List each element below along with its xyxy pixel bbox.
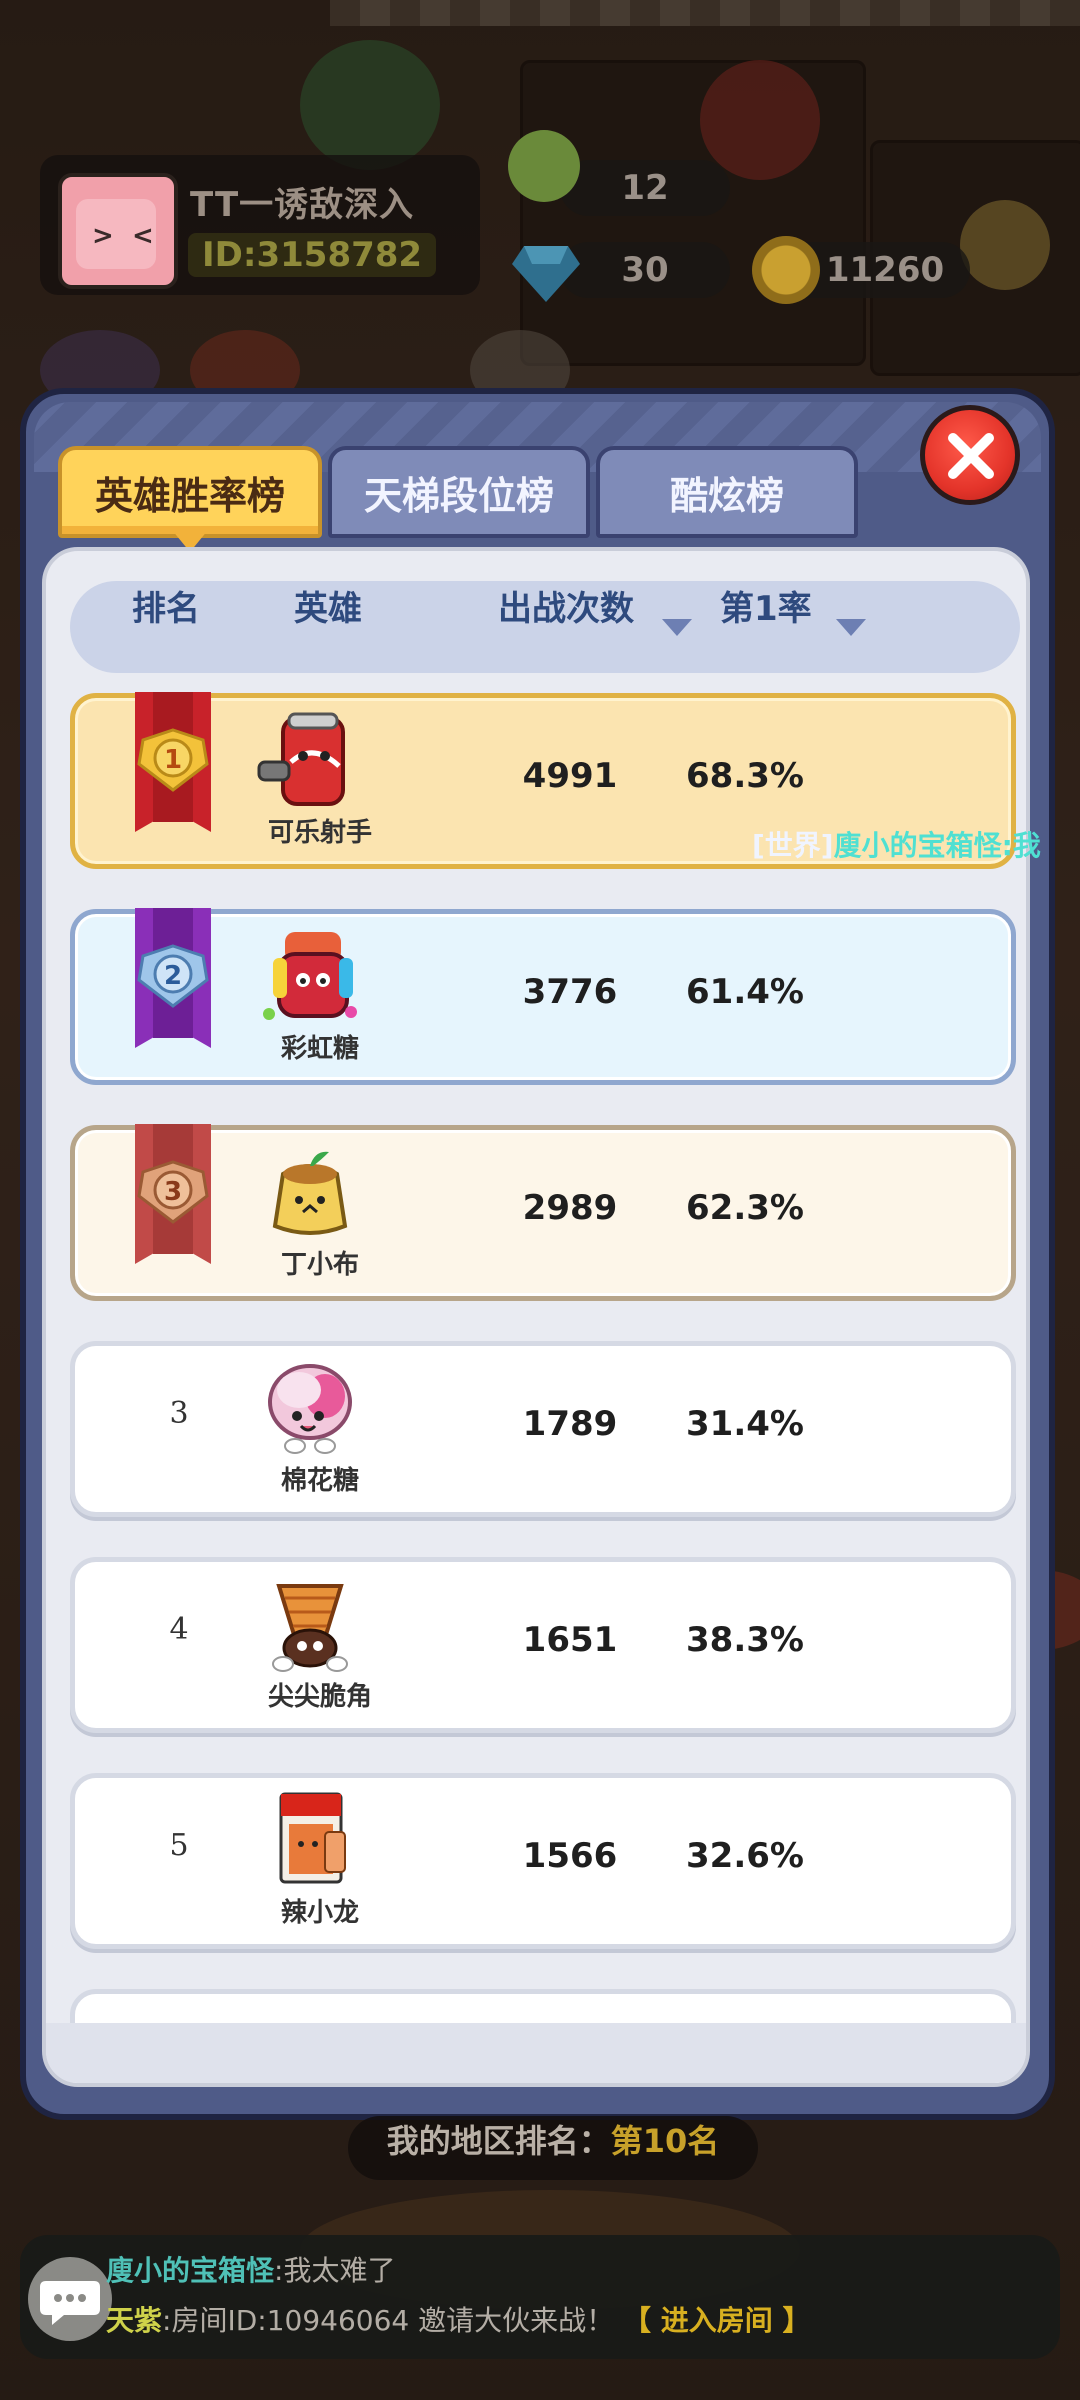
- first-rate: 38.3%: [686, 1620, 804, 1660]
- column-header-games[interactable]: 出战次数: [498, 581, 634, 673]
- chat-box[interactable]: 廋小的宝箱怪:我太难了 天紫:房间ID:10946064 邀请大伙来战！ 【 进…: [20, 2235, 1060, 2359]
- avatar-eye: <: [132, 221, 154, 251]
- player-name: TT一诱敌深入: [190, 185, 415, 225]
- gem-icon: [512, 246, 580, 302]
- hero-name: 尖尖脆角: [267, 1682, 372, 1712]
- coin-value: 11260: [825, 250, 945, 290]
- games-count: 1789: [522, 1404, 618, 1444]
- bronze-medal-icon: 3: [135, 1124, 211, 1274]
- gold-medal-icon: 1: [135, 692, 211, 842]
- cola-shooter-hero-icon: [257, 712, 345, 806]
- my-rank-label: 我的地区排名：: [386, 2122, 611, 2160]
- column-header-bar: 排名 英雄 出战次数 第1率: [70, 581, 1020, 673]
- enter-room-link[interactable]: 【 进入房间 】: [623, 2304, 811, 2337]
- hero-name: 彩虹糖: [280, 1034, 359, 1064]
- energy-icon: [508, 130, 580, 202]
- rank-number: 4: [169, 1612, 189, 1647]
- world-chat-tag: [世界]: [752, 829, 834, 862]
- svg-text:1: 1: [164, 745, 182, 775]
- column-header-first-rate[interactable]: 第1率: [720, 581, 812, 673]
- coin-icon: [752, 236, 820, 304]
- my-rank-value: 第10名: [610, 2122, 720, 2160]
- hero-name: 可乐射手: [267, 818, 372, 848]
- energy-value: 12: [621, 168, 669, 208]
- column-header-hero: 英雄: [294, 589, 362, 629]
- rank-number: 3: [169, 1396, 189, 1431]
- list-item[interactable]: 5 辣小龙 1566 32.6%: [70, 1773, 1016, 1949]
- tab-ladder-rank[interactable]: 天梯段位榜: [328, 446, 590, 538]
- chat-text: :房间ID:10946064 邀请大伙来战！: [162, 2304, 615, 2337]
- tab-cool[interactable]: 酷炫榜: [596, 446, 858, 538]
- avatar-eye: >: [92, 221, 114, 251]
- games-count: 3776: [522, 972, 618, 1012]
- close-button[interactable]: [920, 405, 1020, 505]
- rank-number: 5: [169, 1828, 189, 1863]
- first-rate: 31.4%: [686, 1404, 804, 1444]
- energy-counter: 12: [560, 160, 730, 216]
- list-footer: [46, 2023, 1026, 2083]
- close-icon: [948, 433, 994, 479]
- gem-value: 30: [621, 250, 669, 290]
- silver-medal-icon: 2: [135, 908, 211, 1058]
- games-count: 1651: [522, 1620, 618, 1660]
- chat-speaker[interactable]: 廋小的宝箱怪: [106, 2254, 274, 2287]
- leaderboard-list[interactable]: 排名 英雄 出战次数 第1率 1 可乐射手 4991 68.3% 2 彩虹糖 3…: [42, 547, 1030, 2087]
- first-rate: 61.4%: [686, 972, 804, 1012]
- games-count: 2989: [522, 1188, 618, 1228]
- hero-name: 丁小布: [280, 1250, 359, 1280]
- hero-name: 棉花糖: [280, 1466, 359, 1496]
- rainbow-candy-hero-icon: [263, 932, 357, 1020]
- games-count: 1566: [522, 1836, 618, 1876]
- player-id: ID:3158782: [188, 233, 437, 277]
- chat-speaker[interactable]: 天紫: [106, 2304, 162, 2337]
- chat-message: 廋小的宝箱怪:我太难了: [106, 2249, 395, 2289]
- first-rate: 68.3%: [686, 756, 804, 796]
- chat-bubble-icon[interactable]: [28, 2257, 112, 2341]
- first-rate: 32.6%: [686, 1836, 804, 1876]
- chat-text: :我太难了: [274, 2254, 396, 2287]
- my-region-rank: 我的地区排名：第10名: [348, 2116, 758, 2180]
- hero-name: 辣小龙: [280, 1898, 359, 1928]
- corn-cone-hero-icon: [272, 1584, 348, 1672]
- column-header-rank: 排名: [132, 589, 200, 629]
- world-chat-ticker: [世界]廋小的宝箱怪:我: [752, 824, 1041, 864]
- sort-down-icon[interactable]: [836, 619, 866, 636]
- list-item[interactable]: 2 彩虹糖 3776 61.4%: [70, 908, 1016, 1085]
- spicy-strip-hero-icon: [279, 1792, 346, 1884]
- list-item[interactable]: 4 尖尖脆角 1651 38.3%: [70, 1557, 1016, 1733]
- svg-text:2: 2: [164, 961, 182, 991]
- list-item[interactable]: 3 丁小布 2989 62.3%: [70, 1124, 1016, 1301]
- first-rate: 62.3%: [686, 1188, 804, 1228]
- avatar[interactable]: > <: [58, 173, 178, 289]
- world-chat-message: 廋小的宝箱怪:我: [833, 829, 1041, 862]
- sort-down-icon[interactable]: [662, 619, 692, 636]
- tab-hero-win-rate[interactable]: 英雄胜率榜: [58, 446, 322, 538]
- svg-text:3: 3: [164, 1177, 182, 1207]
- chat-message: 天紫:房间ID:10946064 邀请大伙来战！ 【 进入房间 】: [106, 2299, 811, 2339]
- cotton-candy-hero-icon: [268, 1364, 352, 1454]
- games-count: 4991: [522, 756, 618, 796]
- player-card[interactable]: > < TT一诱敌深入 ID:3158782: [40, 155, 480, 295]
- pudding-hero-icon: [272, 1151, 348, 1235]
- gem-counter: 30: [560, 242, 730, 298]
- list-item[interactable]: 3 棉花糖 1789 31.4%: [70, 1341, 1016, 1517]
